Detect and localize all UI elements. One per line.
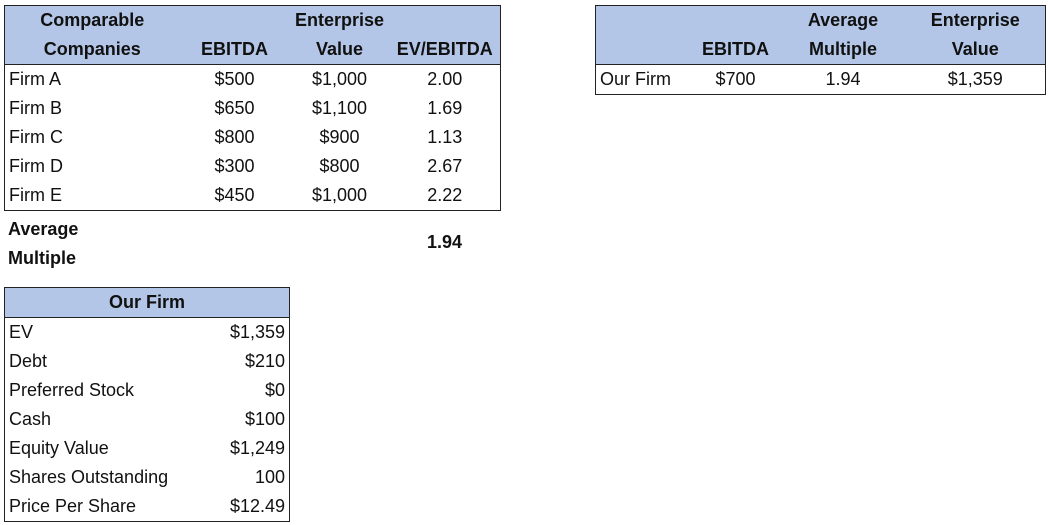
table-row: Cash $100 [5, 405, 290, 434]
firm-name-cell[interactable]: Firm E [5, 181, 180, 211]
ev-ebitda-cell[interactable]: 1.13 [390, 123, 501, 152]
table-row: Our Firm $700 1.94 $1,359 [596, 65, 1046, 95]
row-label-cell[interactable]: Shares Outstanding [5, 463, 200, 492]
our-firm-equity-bridge-table: Our Firm EV $1,359 Debt $210 Preferred S… [4, 287, 291, 522]
ebitda-cell[interactable]: $700 [691, 65, 781, 95]
enterprise-value-cell[interactable]: $800 [290, 152, 390, 181]
header-ebitda-line1 [690, 5, 781, 35]
header-enterprise-value-line1: Enterprise [289, 5, 390, 35]
row-value-cell[interactable]: 100 [200, 463, 290, 492]
table-row: Firm E $450 $1,000 2.22 [5, 181, 501, 211]
enterprise-value-cell[interactable]: $1,100 [290, 94, 390, 123]
row-value-cell[interactable]: $1,249 [200, 434, 290, 463]
table-row: Shares Outstanding 100 [5, 463, 290, 492]
table-row: Firm B $650 $1,100 1.69 [5, 94, 501, 123]
enterprise-value-cell[interactable]: $1,000 [290, 65, 390, 95]
header-enterprise-value-line1: Enterprise [905, 5, 1046, 35]
ebitda-cell[interactable]: $650 [180, 94, 290, 123]
average-multiple-cell[interactable]: 1.94 [781, 65, 906, 95]
header-enterprise-value-line2: Value [289, 35, 390, 65]
header-ebitda: EBITDA [179, 35, 290, 65]
table-row: Debt $210 [5, 347, 290, 376]
header-blank-line1 [595, 5, 691, 35]
header-enterprise-value-line2: Value [905, 35, 1046, 65]
table-row: EV $1,359 [5, 318, 290, 348]
ebitda-cell[interactable]: $450 [180, 181, 290, 211]
row-value-cell[interactable]: $12.49 [200, 492, 290, 522]
header-companies-line2: Companies [4, 35, 180, 65]
table-row: Equity Value $1,249 [5, 434, 290, 463]
row-label-cell[interactable]: EV [5, 318, 200, 348]
average-multiple-label-line1: Average [8, 219, 79, 239]
ev-ebitda-cell[interactable]: 1.69 [390, 94, 501, 123]
ebitda-cell[interactable]: $300 [180, 152, 290, 181]
row-label-cell[interactable]: Preferred Stock [5, 376, 200, 405]
table-row: Firm A $500 $1,000 2.00 [5, 65, 501, 95]
enterprise-value-cell[interactable]: $1,000 [290, 181, 390, 211]
firm-name-cell[interactable]: Our Firm [596, 65, 691, 95]
row-label-cell[interactable]: Cash [5, 405, 200, 434]
bridge-title: Our Firm [4, 287, 290, 318]
enterprise-value-cell[interactable]: $900 [290, 123, 390, 152]
average-multiple-value[interactable]: 1.94 [389, 228, 500, 257]
firm-name-cell[interactable]: Firm C [5, 123, 180, 152]
average-multiple-label[interactable]: Average Multiple [8, 215, 78, 273]
firm-name-cell[interactable]: Firm A [5, 65, 180, 95]
ev-ebitda-cell[interactable]: 2.22 [390, 181, 501, 211]
row-value-cell[interactable]: $1,359 [200, 318, 290, 348]
row-label-cell[interactable]: Equity Value [5, 434, 200, 463]
ev-ebitda-cell[interactable]: 2.00 [390, 65, 501, 95]
table-row: Preferred Stock $0 [5, 376, 290, 405]
header-ev-ebitda-line1 [389, 5, 501, 35]
header-ev-ebitda: EV/EBITDA [389, 35, 501, 65]
firm-name-cell[interactable]: Firm D [5, 152, 180, 181]
ebitda-cell[interactable]: $800 [180, 123, 290, 152]
row-value-cell[interactable]: $210 [200, 347, 290, 376]
row-value-cell[interactable]: $0 [200, 376, 290, 405]
header-ebitda: EBITDA [690, 35, 781, 65]
table-row: Firm D $300 $800 2.67 [5, 152, 501, 181]
row-label-cell[interactable]: Price Per Share [5, 492, 200, 522]
table-row: Firm C $800 $900 1.13 [5, 123, 501, 152]
our-firm-valuation-table: Average Enterprise EBITDA Multiple Value… [595, 5, 1046, 95]
table-row: Price Per Share $12.49 [5, 492, 290, 522]
header-average-multiple-line2: Multiple [780, 35, 906, 65]
average-multiple-label-line2: Multiple [8, 248, 76, 268]
ev-ebitda-cell[interactable]: 2.67 [390, 152, 501, 181]
enterprise-value-cell[interactable]: $1,359 [906, 65, 1046, 95]
firm-name-cell[interactable]: Firm B [5, 94, 180, 123]
ebitda-cell[interactable]: $500 [180, 65, 290, 95]
comparable-companies-table: Comparable Enterprise Companies EBITDA V… [4, 5, 501, 211]
header-companies-line1: Comparable [4, 5, 180, 35]
header-ebitda-line1 [179, 5, 290, 35]
row-label-cell[interactable]: Debt [5, 347, 200, 376]
row-value-cell[interactable]: $100 [200, 405, 290, 434]
header-average-multiple-line1: Average [780, 5, 906, 35]
header-blank-line2 [595, 35, 691, 65]
